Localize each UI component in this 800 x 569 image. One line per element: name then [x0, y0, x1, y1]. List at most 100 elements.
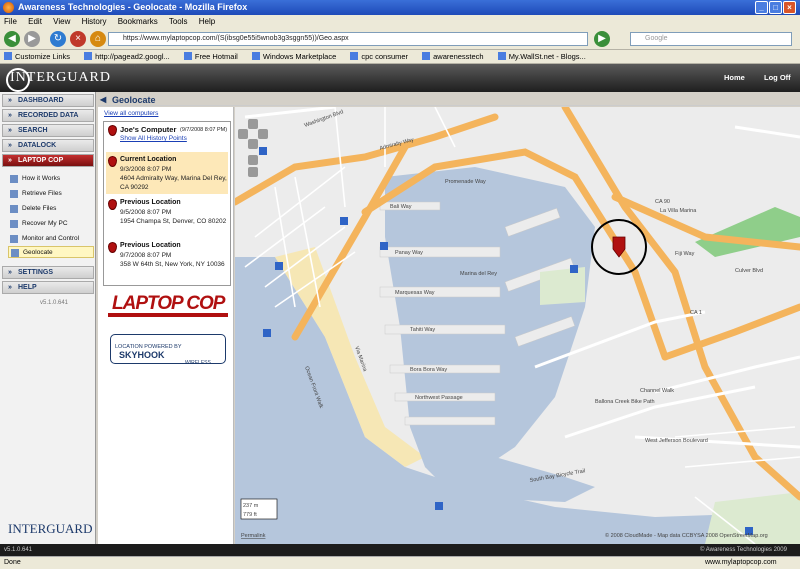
parking-icon	[340, 217, 348, 225]
location-date: 9/3/2008 8:07 PM	[120, 166, 172, 173]
interguard-bottom-logo: INTERGUARD	[8, 521, 93, 536]
pan-up-icon[interactable]	[248, 119, 258, 129]
stop-icon[interactable]: ×	[70, 31, 86, 47]
reload-icon[interactable]: ↻	[50, 31, 66, 47]
skyhook-sub: WIRELESS	[185, 360, 211, 366]
menu-view[interactable]: View	[53, 17, 70, 26]
sidebar-item-delete-files[interactable]: Delete Files	[8, 203, 94, 215]
bookmark-item[interactable]: cpc consumer	[350, 52, 408, 61]
bookmark-item[interactable]: awarenesstech	[422, 52, 483, 61]
maximize-button[interactable]: □	[769, 1, 782, 14]
sidebar-item-label: Recover My PC	[22, 220, 68, 227]
sidebar-item-label: Geolocate	[23, 249, 53, 256]
computer-icon	[108, 125, 117, 136]
menu-edit[interactable]: Edit	[28, 17, 42, 26]
map-label: Northwest Passage	[415, 395, 463, 401]
map-canvas[interactable]: Promenade Way Admiralty Way Washington B…	[235, 107, 800, 544]
globe-icon	[11, 249, 19, 257]
sidebar-item-how-it-works[interactable]: How it Works	[8, 173, 94, 185]
parking-icon	[570, 265, 578, 273]
permalink-link[interactable]: Permalink	[241, 533, 266, 539]
interguard-logo: INTERGUARD	[6, 68, 111, 92]
home-icon[interactable]: ⌂	[90, 31, 106, 47]
status-right: www.mylaptopcop.com	[705, 559, 777, 566]
computer-name: Joe's Computer	[120, 125, 177, 134]
monitor-icon	[10, 235, 18, 243]
zoom-out-icon[interactable]	[248, 167, 258, 177]
zoom-in-icon[interactable]	[248, 155, 258, 165]
menu-tools[interactable]: Tools	[169, 17, 188, 26]
bookmark-item[interactable]: http://pagead2.googl...	[84, 52, 170, 61]
location-address: 358 W 64th St, New York, NY 10036	[120, 261, 225, 268]
pan-right-icon[interactable]	[258, 129, 268, 139]
menu-bookmarks[interactable]: Bookmarks	[118, 17, 158, 26]
computer-date: (9/7/2008 8:07 PM)	[180, 127, 228, 133]
map-label: Bali Way	[390, 204, 412, 210]
scale-meters: 237 m	[243, 503, 259, 509]
page-title: Geolocate	[98, 94, 800, 106]
map-label: CA 1	[690, 310, 702, 316]
map-label: Marquesas Way	[395, 290, 435, 296]
map-label: Tahiti Way	[410, 327, 435, 333]
sidebar-item-recover-my-pc[interactable]: Recover My PC	[8, 218, 94, 230]
sidebar-search[interactable]: SEARCH	[2, 124, 94, 137]
status-left: Done	[4, 559, 21, 566]
url-bar[interactable]: https://www.mylaptopcop.com/(S(ibsg0e55i…	[108, 32, 588, 46]
map-label: Culver Blvd	[735, 268, 763, 274]
parking-icon	[435, 502, 443, 510]
bookmark-item[interactable]: Free Hotmail	[184, 52, 238, 61]
bookmark-item[interactable]: My.WallSt.net - Blogs...	[498, 52, 586, 61]
back-icon[interactable]: ◀	[4, 31, 20, 47]
sidebar-help[interactable]: HELP	[2, 281, 94, 294]
sidebar-settings[interactable]: SETTINGS	[2, 266, 94, 279]
folder-icon	[10, 190, 18, 198]
go-icon[interactable]: ▶	[594, 31, 610, 47]
bookmark-item[interactable]: Windows Marketplace	[252, 52, 336, 61]
home-link[interactable]: Home	[724, 73, 745, 82]
location-address: 1954 Champa St, Denver, CO 80202	[120, 218, 227, 225]
menu-help[interactable]: Help	[199, 17, 215, 26]
sidebar-item-retrieve-files[interactable]: Retrieve Files	[8, 188, 94, 200]
menu-file[interactable]: File	[4, 17, 17, 26]
sidebar-datalock[interactable]: DATALOCK	[2, 139, 94, 152]
sidebar-item-geolocate[interactable]: Geolocate	[8, 246, 94, 258]
pan-left-icon[interactable]	[238, 129, 248, 139]
sidebar-laptop-cop[interactable]: LAPTOP COP	[2, 154, 94, 167]
laptop-cop-logo: LAPTOP COP	[112, 293, 225, 314]
navigation-toolbar: ◀ ▶ ↻ × ⌂ https://www.mylaptopcop.com/(S…	[0, 28, 800, 50]
pan-down-icon[interactable]	[248, 139, 258, 149]
sidebar-item-label: Delete Files	[22, 205, 57, 212]
sidebar: DASHBOARD RECORDED DATA SEARCH DATALOCK …	[0, 92, 96, 544]
parking-icon	[380, 242, 388, 250]
map-label: Ballona Creek Bike Path	[595, 399, 655, 405]
sidebar-item-monitor-and-control[interactable]: Monitor and Control	[8, 233, 94, 245]
map-label: Channel Walk	[640, 388, 674, 394]
logoff-link[interactable]: Log Off	[764, 73, 791, 82]
search-input[interactable]: Google	[630, 32, 792, 46]
location-label: Previous Location	[120, 199, 181, 206]
footer-copyright: © Awareness Technologies 2009	[700, 547, 787, 553]
locations-panel: View all computers Joe's Computer (9/7/2…	[98, 107, 234, 544]
map-view[interactable]: Promenade Way Admiralty Way Washington B…	[235, 107, 800, 544]
map-label: CA 90	[655, 199, 670, 205]
view-all-computers-link[interactable]: View all computers	[104, 110, 158, 117]
location-date: 9/7/2008 8:07 PM	[120, 252, 172, 259]
bookmark-item[interactable]: Customize Links	[4, 52, 70, 61]
parking-icon	[259, 147, 267, 155]
scale-feet: 779 ft	[243, 512, 257, 518]
show-history-link[interactable]: Show All History Points	[120, 135, 228, 144]
parking-icon	[275, 262, 283, 270]
location-label: Previous Location	[120, 242, 181, 249]
sidebar-recorded-data[interactable]: RECORDED DATA	[2, 109, 94, 122]
location-list: Joe's Computer (9/7/2008 8:07 PM) Show A…	[103, 121, 231, 286]
sidebar-item-label: How it Works	[22, 175, 61, 182]
location-label: Current Location	[120, 156, 177, 163]
info-icon	[10, 175, 18, 183]
map-label: Promenade Way	[445, 179, 486, 185]
close-button[interactable]: ×	[783, 1, 796, 14]
menu-history[interactable]: History	[82, 17, 107, 26]
sidebar-dashboard[interactable]: DASHBOARD	[2, 94, 94, 107]
location-address: 4604 Admiralty Way, Marina Del Rey, CA 9…	[120, 175, 227, 191]
forward-icon[interactable]: ▶	[24, 31, 40, 47]
minimize-button[interactable]: _	[755, 1, 768, 14]
